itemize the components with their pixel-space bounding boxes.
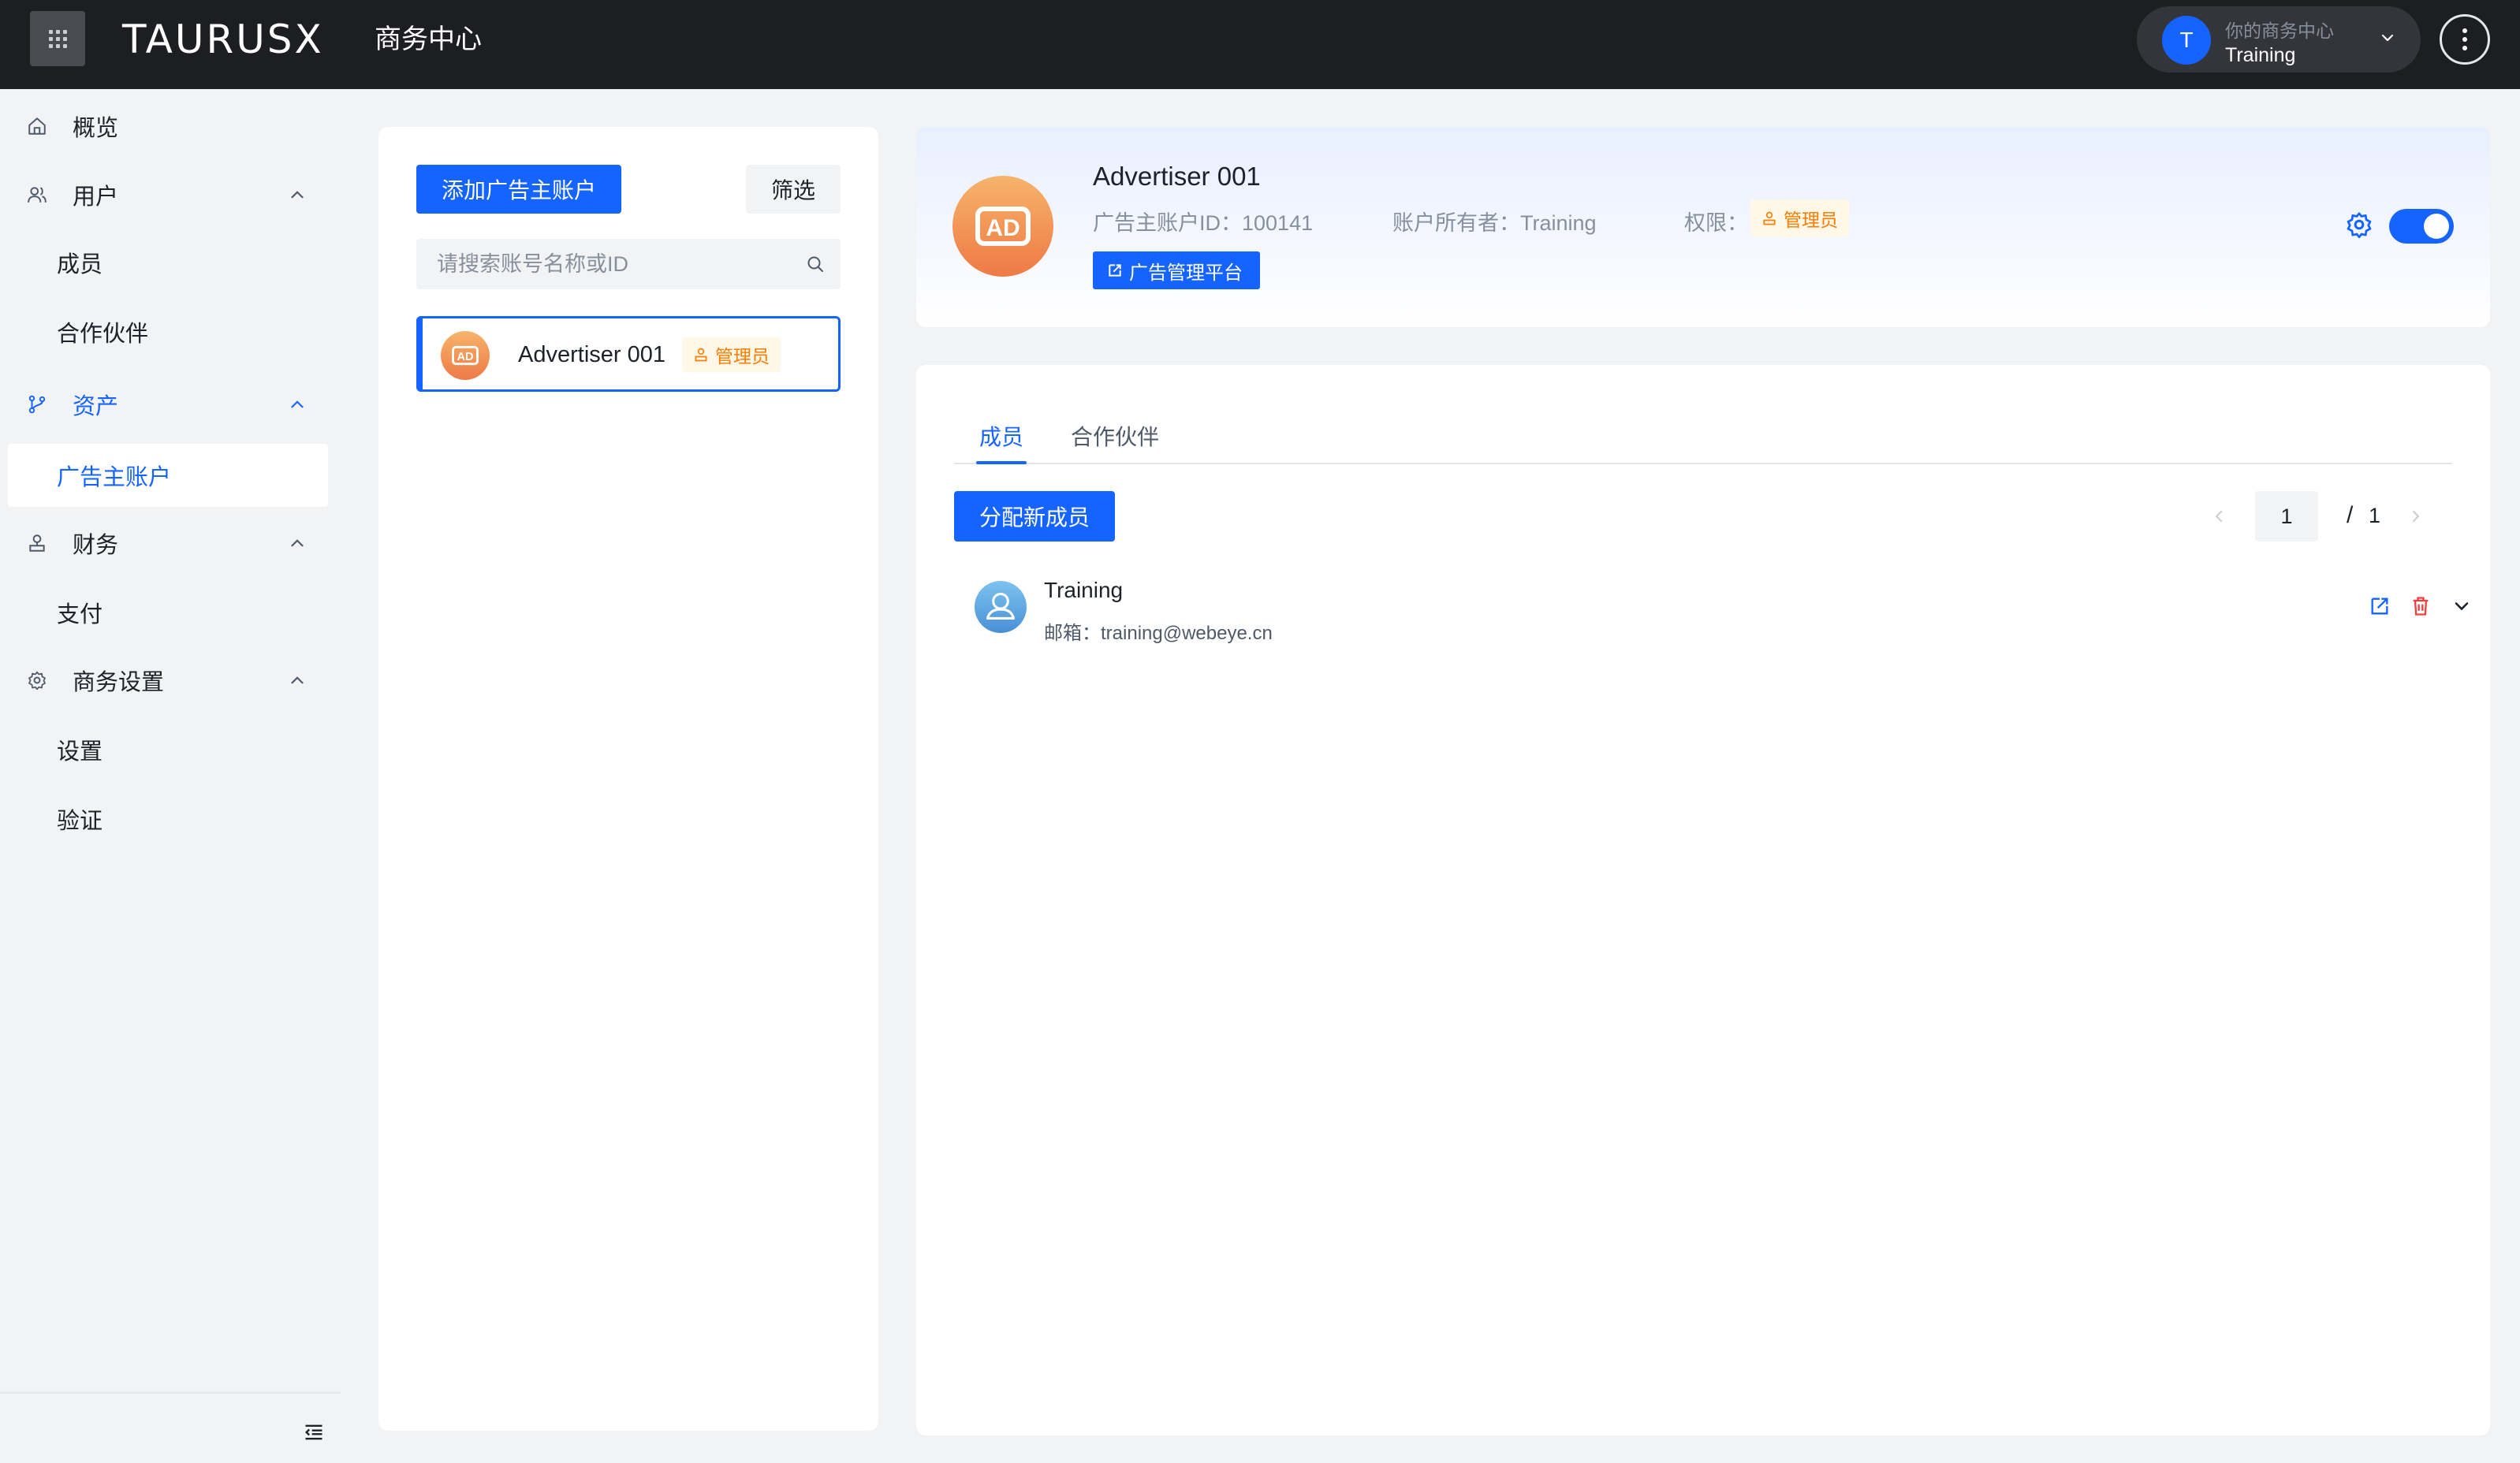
sidebar-item-label: 验证 xyxy=(57,809,103,834)
account-id-value: 100141 xyxy=(1242,211,1314,235)
sidebar-item-partners[interactable]: 合作伙伴 xyxy=(0,300,341,363)
sidebar-item-label: 设置 xyxy=(57,739,103,765)
business-avatar: T xyxy=(2162,16,2211,65)
account-id-label: 广告主账户ID： xyxy=(1093,211,1242,235)
current-page-input[interactable]: 1 xyxy=(2255,491,2318,542)
ad-logo-icon: AD xyxy=(441,331,490,380)
sidebar-item-label: 成员 xyxy=(57,252,103,277)
member-email: 邮箱：training@webeye.cn xyxy=(1044,617,1273,645)
ad-platform-label: 广告管理平台 xyxy=(1129,262,1243,284)
advertiser-header-card: AD Advertiser 001 广告主账户ID：100141 账户所有者：T… xyxy=(916,127,2490,327)
sidebar: 概览 用户 成员 合作伙伴 资产 广告主账户 财务 支付 商务设置 设置 验证 xyxy=(0,89,341,1463)
top-bar: TAURUSX 商务中心 T 你的商务中心 Training xyxy=(0,0,2520,89)
chevron-down-icon xyxy=(2381,34,2394,42)
advertiser-list-item[interactable]: AD Advertiser 001 管理员 xyxy=(416,316,841,392)
finance-icon xyxy=(29,534,45,552)
sidebar-item-label: 商务设置 xyxy=(73,670,165,695)
permission-value: 管理员 xyxy=(1784,210,1838,230)
account-id: 广告主账户ID：100141 xyxy=(1093,206,1313,236)
svg-text:AD: AD xyxy=(457,351,474,363)
sidebar-item-members[interactable]: 成员 xyxy=(0,231,341,294)
tab-bar: 成员 合作伙伴 xyxy=(954,420,2452,464)
gear-icon[interactable] xyxy=(2345,210,2373,239)
sidebar-item-users[interactable]: 用户 xyxy=(0,163,341,226)
brand-subtitle: 商务中心 xyxy=(375,24,482,54)
search-icon[interactable] xyxy=(806,255,825,274)
total-pages: 1 xyxy=(2369,504,2381,527)
more-vertical-icon xyxy=(2462,28,2467,50)
page-separator: / xyxy=(2347,502,2354,528)
account-owner: 账户所有者：Training xyxy=(1392,206,1597,236)
permission-badge: 管理员 xyxy=(1750,199,1849,237)
tab-partners[interactable]: 合作伙伴 xyxy=(1071,420,1159,452)
filter-button[interactable]: 筛选 xyxy=(746,165,841,214)
role-label: 管理员 xyxy=(715,346,770,367)
sidebar-item-advertiser-accounts[interactable]: 广告主账户 xyxy=(8,444,328,507)
admin-icon xyxy=(695,348,707,362)
members-card: 成员 合作伙伴 分配新成员 1 / 1 Training 邮箱：training… xyxy=(916,365,2490,1435)
business-switcher-hint: 你的商务中心 xyxy=(2225,20,2334,41)
sidebar-item-finance[interactable]: 财务 xyxy=(0,512,341,575)
external-link-icon xyxy=(1109,264,1121,277)
svg-text:AD: AD xyxy=(986,215,1020,241)
email-value: training@webeye.cn xyxy=(1101,623,1273,644)
assets-icon xyxy=(28,395,46,414)
member-name: Training xyxy=(1044,578,1124,602)
account-enable-toggle[interactable] xyxy=(2389,209,2454,244)
ad-logo-icon: AD xyxy=(952,176,1053,277)
avatar xyxy=(975,581,1027,633)
owner-value: Training xyxy=(1520,211,1597,235)
sidebar-item-label: 财务 xyxy=(73,533,119,558)
add-advertiser-button[interactable]: 添加广告主账户 xyxy=(416,165,621,214)
chevron-right-icon[interactable] xyxy=(2406,507,2425,526)
trash-icon[interactable] xyxy=(2410,595,2432,617)
sidebar-item-label: 用户 xyxy=(73,184,119,210)
advertiser-name: Advertiser 001 xyxy=(518,342,665,367)
sidebar-item-label: 概览 xyxy=(73,116,119,141)
sidebar-item-label: 资产 xyxy=(73,394,119,419)
business-center-switcher[interactable]: T 你的商务中心 Training xyxy=(2137,6,2421,73)
sidebar-item-assets[interactable]: 资产 xyxy=(0,373,341,436)
sidebar-item-overview[interactable]: 概览 xyxy=(0,95,341,158)
app-launcher-button[interactable] xyxy=(30,11,85,66)
collapse-sidebar-icon[interactable] xyxy=(303,1421,325,1443)
tab-members[interactable]: 成员 xyxy=(975,420,1027,464)
sidebar-item-payment[interactable]: 支付 xyxy=(0,581,341,644)
sidebar-divider xyxy=(0,1392,341,1394)
role-badge: 管理员 xyxy=(682,337,781,372)
ad-platform-button[interactable]: 广告管理平台 xyxy=(1093,251,1260,289)
grid-icon xyxy=(48,29,67,48)
users-icon xyxy=(28,187,47,203)
pagination: 1 / 1 xyxy=(2209,491,2462,542)
owner-label: 账户所有者： xyxy=(1392,211,1520,235)
advertiser-title: Advertiser 001 xyxy=(1093,162,1261,191)
chevron-left-icon[interactable] xyxy=(2209,507,2228,526)
business-name: Training xyxy=(2225,44,2296,66)
chevron-down-icon[interactable] xyxy=(2451,595,2473,617)
external-link-icon[interactable] xyxy=(2369,595,2391,617)
brand-logo: TAURUSX xyxy=(122,17,324,62)
permission-label: 权限： xyxy=(1684,211,1748,235)
sidebar-item-label: 合作伙伴 xyxy=(57,322,149,347)
sidebar-item-label: 支付 xyxy=(57,602,103,627)
sidebar-item-business-settings[interactable]: 商务设置 xyxy=(0,649,341,712)
gear-icon xyxy=(28,671,46,691)
sidebar-item-verification[interactable]: 验证 xyxy=(0,787,341,851)
chevron-up-icon xyxy=(291,400,304,408)
advertiser-list-panel: 添加广告主账户 筛选 AD Advertiser 001 管理员 xyxy=(378,127,878,1431)
assign-member-button[interactable]: 分配新成员 xyxy=(954,491,1115,542)
chevron-up-icon xyxy=(291,191,304,199)
sidebar-item-label: 广告主账户 xyxy=(57,465,172,490)
search-input[interactable] xyxy=(437,239,784,289)
sidebar-item-settings[interactable]: 设置 xyxy=(0,718,341,781)
admin-icon xyxy=(1763,211,1776,225)
more-menu-button[interactable] xyxy=(2440,14,2490,65)
email-label: 邮箱： xyxy=(1044,623,1101,644)
search-field xyxy=(416,239,841,289)
chevron-up-icon xyxy=(291,539,304,547)
home-icon xyxy=(28,117,46,135)
member-row: Training 邮箱：training@webeye.cn xyxy=(954,571,2469,650)
chevron-up-icon xyxy=(291,676,304,684)
